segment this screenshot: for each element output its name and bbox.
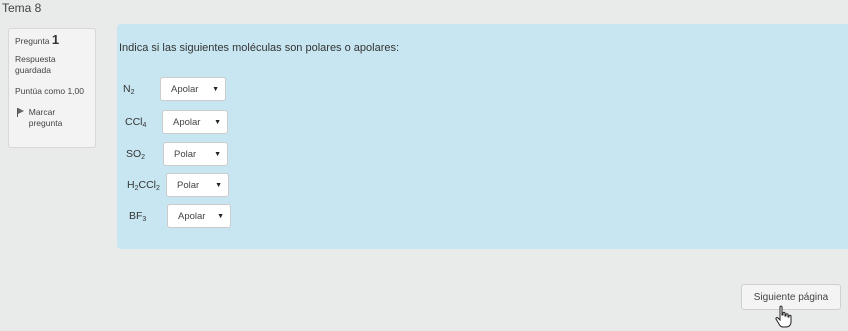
formula-label: H2CCl2 <box>127 179 160 192</box>
caret-down-icon: ▼ <box>214 118 221 126</box>
page-title: Tema 8 <box>2 1 42 15</box>
question-state: Respuesta guardada <box>15 54 56 75</box>
answer-select[interactable]: Polar ▼ <box>166 173 229 197</box>
flag-question-label: Marcar pregunta <box>28 107 63 128</box>
question-prompt: Indica si las siguientes moléculas son p… <box>119 42 400 54</box>
caret-down-icon: ▼ <box>215 181 222 189</box>
answer-select[interactable]: Polar ▼ <box>163 142 228 166</box>
answer-select[interactable]: Apolar ▼ <box>160 77 226 101</box>
formula-label: SO2 <box>126 148 146 161</box>
hand-cursor-icon <box>775 305 792 328</box>
flag-question-link[interactable]: Marcar pregunta <box>15 107 89 129</box>
caret-down-icon: ▼ <box>212 85 219 93</box>
formula-label: CCl4 <box>125 116 147 129</box>
formula-label: N2 <box>123 83 135 96</box>
question-grade: Puntúa como 1,00 <box>15 86 84 96</box>
question-info-box: Pregunta 1 Respuesta guardada Puntúa com… <box>8 28 96 148</box>
question-number: Pregunta 1 <box>15 32 60 47</box>
answer-select[interactable]: Apolar ▼ <box>162 110 228 134</box>
caret-down-icon: ▼ <box>214 150 221 158</box>
answer-select[interactable]: Apolar ▼ <box>167 204 231 228</box>
caret-down-icon: ▼ <box>217 212 224 220</box>
formula-label: BF3 <box>129 210 147 223</box>
flag-icon <box>17 108 25 117</box>
